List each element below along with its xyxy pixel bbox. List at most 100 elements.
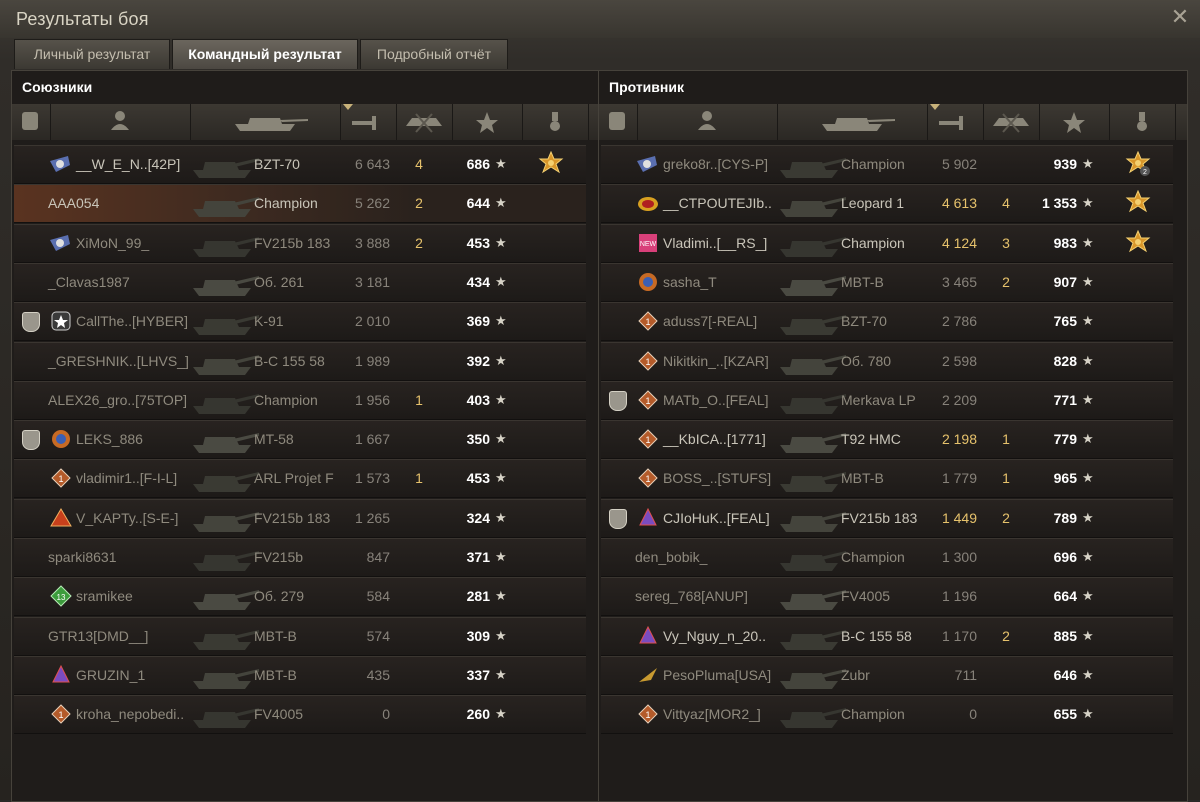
player-name[interactable]: CJIoHuK..[FEAL] [663, 510, 770, 526]
player-name[interactable]: _Clavas1987 [48, 274, 130, 290]
table-row[interactable]: XiMoN_99_ FV215b 183 3 888 2 453 ★ [14, 223, 586, 263]
allies-header-player-icon[interactable] [50, 104, 191, 140]
player-name[interactable]: LEKS_886 [76, 431, 143, 447]
table-row[interactable]: V_KAPTy..[S-E-] FV215b 183 1 265 324 ★ [14, 498, 586, 538]
table-row[interactable]: LEKS_886 MT-58 1 667 350 ★ [14, 420, 586, 460]
table-row[interactable]: 1 kroha_nepobedi.. FV4005 0 260 ★ [14, 695, 586, 735]
player-name[interactable]: ALEX26_gro..[75TOP] [48, 392, 187, 408]
allies-header-damage-icon[interactable] [340, 104, 397, 140]
table-row[interactable]: 1 Nikitkin_..[KZAR] Об. 780 2 598 828 ★ [601, 341, 1173, 381]
ace-medal-icon[interactable] [1125, 229, 1151, 256]
sort-arrow-icon [930, 104, 940, 110]
table-row[interactable]: Vy_Nguy_n_20.. В-С 155 58 1 170 2 885 ★ [601, 616, 1173, 656]
table-row[interactable]: AAA054 Champion 5 262 2 644 ★ [14, 184, 586, 224]
xp-value: 434 [466, 273, 490, 290]
player-name[interactable]: PesoPluma[USA] [663, 667, 771, 683]
player-name[interactable]: Vladimi..[__RS_] [663, 235, 767, 251]
player-name[interactable]: CallThe..[HYBER] [76, 313, 188, 329]
svg-text:1: 1 [58, 474, 63, 484]
allies-header-kills-icon[interactable] [396, 104, 453, 140]
xp-value: 281 [466, 588, 490, 605]
table-row[interactable]: 1 __KbICA..[1771] T92 HMC 2 198 1 779 ★ [601, 420, 1173, 460]
enemies-header-damage-icon[interactable] [927, 104, 984, 140]
player-name[interactable]: kroha_nepobedi.. [76, 706, 184, 722]
player-name[interactable]: den_bobik_ [635, 549, 707, 565]
player-name[interactable]: sasha_T [663, 274, 717, 290]
player-name[interactable]: sparki8631 [48, 549, 117, 565]
svg-text:13: 13 [57, 593, 66, 602]
rank-badge-icon [637, 664, 659, 686]
svg-text:1: 1 [645, 474, 650, 484]
enemies-header-tank-icon[interactable] [777, 104, 928, 140]
enemies-header-medal-icon[interactable] [1109, 104, 1176, 140]
table-row[interactable]: 1 vladimir1..[F-I-L] ARL Projet F 1 573 1 453… [14, 459, 586, 499]
table-row[interactable]: GTR13[DMD__] MBT-B 574 309 ★ [14, 616, 586, 656]
table-row[interactable]: __CTPOUTEJIb.. Leopard 1 4 613 4 1 353 ★ [601, 184, 1173, 224]
player-name[interactable]: Vy_Nguy_n_20.. [663, 628, 766, 644]
player-name[interactable]: sereg_768[ANUP] [635, 588, 748, 604]
player-name[interactable]: MATb_O..[FEAL] [663, 392, 769, 408]
player-name[interactable]: BOSS_..[STUFS] [663, 470, 771, 486]
ace-medal-icon[interactable]: 2 [1125, 150, 1151, 177]
table-row[interactable]: 1 BOSS_..[STUFS] MBT-B 1 779 1 965 ★ [601, 459, 1173, 499]
tab-detailed-report[interactable]: Подробный отчёт [360, 39, 508, 69]
damage-value: 4 124 [941, 234, 977, 251]
tab-personal-result[interactable]: Личный результат [14, 39, 170, 69]
tab-team-result[interactable]: Командный результат [172, 39, 358, 69]
table-row[interactable]: sparki8631 FV215b 847 371 ★ [14, 538, 586, 577]
allies-header-platoon-icon[interactable] [12, 104, 51, 140]
player-name[interactable]: greko8r..[CYS-P] [663, 156, 768, 172]
rank-badge-icon [637, 271, 659, 293]
table-row[interactable]: sereg_768[ANUP] FV4005 1 196 664 ★ [601, 577, 1173, 617]
table-row[interactable]: 1 aduss7[-REAL] BZT-70 2 786 765 ★ [601, 302, 1173, 342]
player-name[interactable]: Nikitkin_..[KZAR] [663, 353, 769, 369]
table-row[interactable]: _GRESHNIK..[LHVS_] В-С 155 58 1 989 392 ★ [14, 341, 586, 381]
table-row[interactable]: GRUZIN_1 MBT-B 435 337 ★ [14, 655, 586, 695]
table-row[interactable]: _Clavas1987 Об. 261 3 181 434 ★ [14, 262, 586, 302]
xp-star-icon: ★ [495, 195, 507, 211]
table-row[interactable]: PesoPluma[USA] Zubr 711 646 ★ [601, 655, 1173, 695]
player-name[interactable]: __W_E_N..[42P] [76, 156, 180, 172]
enemies-header-xp-star-icon[interactable] [1039, 104, 1110, 140]
player-name[interactable]: aduss7[-REAL] [663, 313, 757, 329]
player-name[interactable]: __CTPOUTEJIb.. [663, 195, 772, 211]
xp-star-icon: ★ [495, 706, 507, 722]
xp-value: 983 [1053, 234, 1077, 251]
allies-header-xp-star-icon[interactable] [452, 104, 523, 140]
table-row[interactable]: 1 Vittyaz[MOR2_] Champion 0 655 ★ [601, 695, 1173, 735]
svg-text:1: 1 [645, 396, 650, 406]
player-name[interactable]: V_KAPTy..[S-E-] [76, 510, 178, 526]
allies-header-medal-icon[interactable] [522, 104, 589, 140]
table-row[interactable]: 13 sramikee Об. 279 584 281 ★ [14, 577, 586, 617]
player-name[interactable]: __KbICA..[1771] [663, 431, 766, 447]
rank-badge-icon [48, 232, 70, 254]
close-icon[interactable]: ✕ [1170, 6, 1190, 28]
table-row[interactable]: greko8r..[CYS-P] Champion 5 902 939 ★ 2 [601, 145, 1173, 184]
tank-icon [189, 541, 259, 573]
tank-icon [189, 659, 259, 691]
table-row[interactable]: __W_E_N..[42P] BZT-70 6 643 4 686 ★ [14, 145, 586, 184]
damage-icon [340, 104, 396, 145]
player-name[interactable]: XiMoN_99_ [76, 235, 149, 251]
ace-medal-icon[interactable] [1125, 190, 1151, 216]
table-row[interactable]: CallThe..[HYBER] K-91 2 010 369 ★ [14, 302, 586, 342]
player-name[interactable]: AAA054 [48, 195, 99, 211]
enemies-header-kills-icon[interactable] [983, 104, 1040, 140]
player-name[interactable]: GTR13[DMD__] [48, 628, 148, 644]
player-name[interactable]: Vittyaz[MOR2_] [663, 706, 761, 722]
player-name[interactable]: sramikee [76, 588, 133, 604]
enemies-header-platoon-icon[interactable] [599, 104, 638, 140]
ace-medal-icon[interactable] [538, 150, 564, 177]
player-name[interactable]: vladimir1..[F-I-L] [76, 470, 177, 486]
player-name[interactable]: _GRESHNIK..[LHVS_] [48, 353, 189, 369]
table-row[interactable]: CJIoHuK..[FEAL] FV215b 183 1 449 2 789 ★ [601, 498, 1173, 538]
enemies-header-player-icon[interactable] [637, 104, 778, 140]
table-row[interactable]: ALEX26_gro..[75TOP] Champion 1 956 1 403 ★ [14, 380, 586, 420]
table-row[interactable]: 1 MATb_O..[FEAL] Merkava LP 2 209 771 ★ [601, 380, 1173, 420]
table-row[interactable]: NEW Vladimi..[__RS_] Champion 4 124 3 983 ★ [601, 223, 1173, 263]
allies-header-tank-icon[interactable] [190, 104, 341, 140]
table-row[interactable]: den_bobik_ Champion 1 300 696 ★ [601, 538, 1173, 577]
tank-icon [776, 541, 846, 573]
player-name[interactable]: GRUZIN_1 [76, 667, 145, 683]
table-row[interactable]: sasha_T MBT-B 3 465 2 907 ★ [601, 262, 1173, 302]
